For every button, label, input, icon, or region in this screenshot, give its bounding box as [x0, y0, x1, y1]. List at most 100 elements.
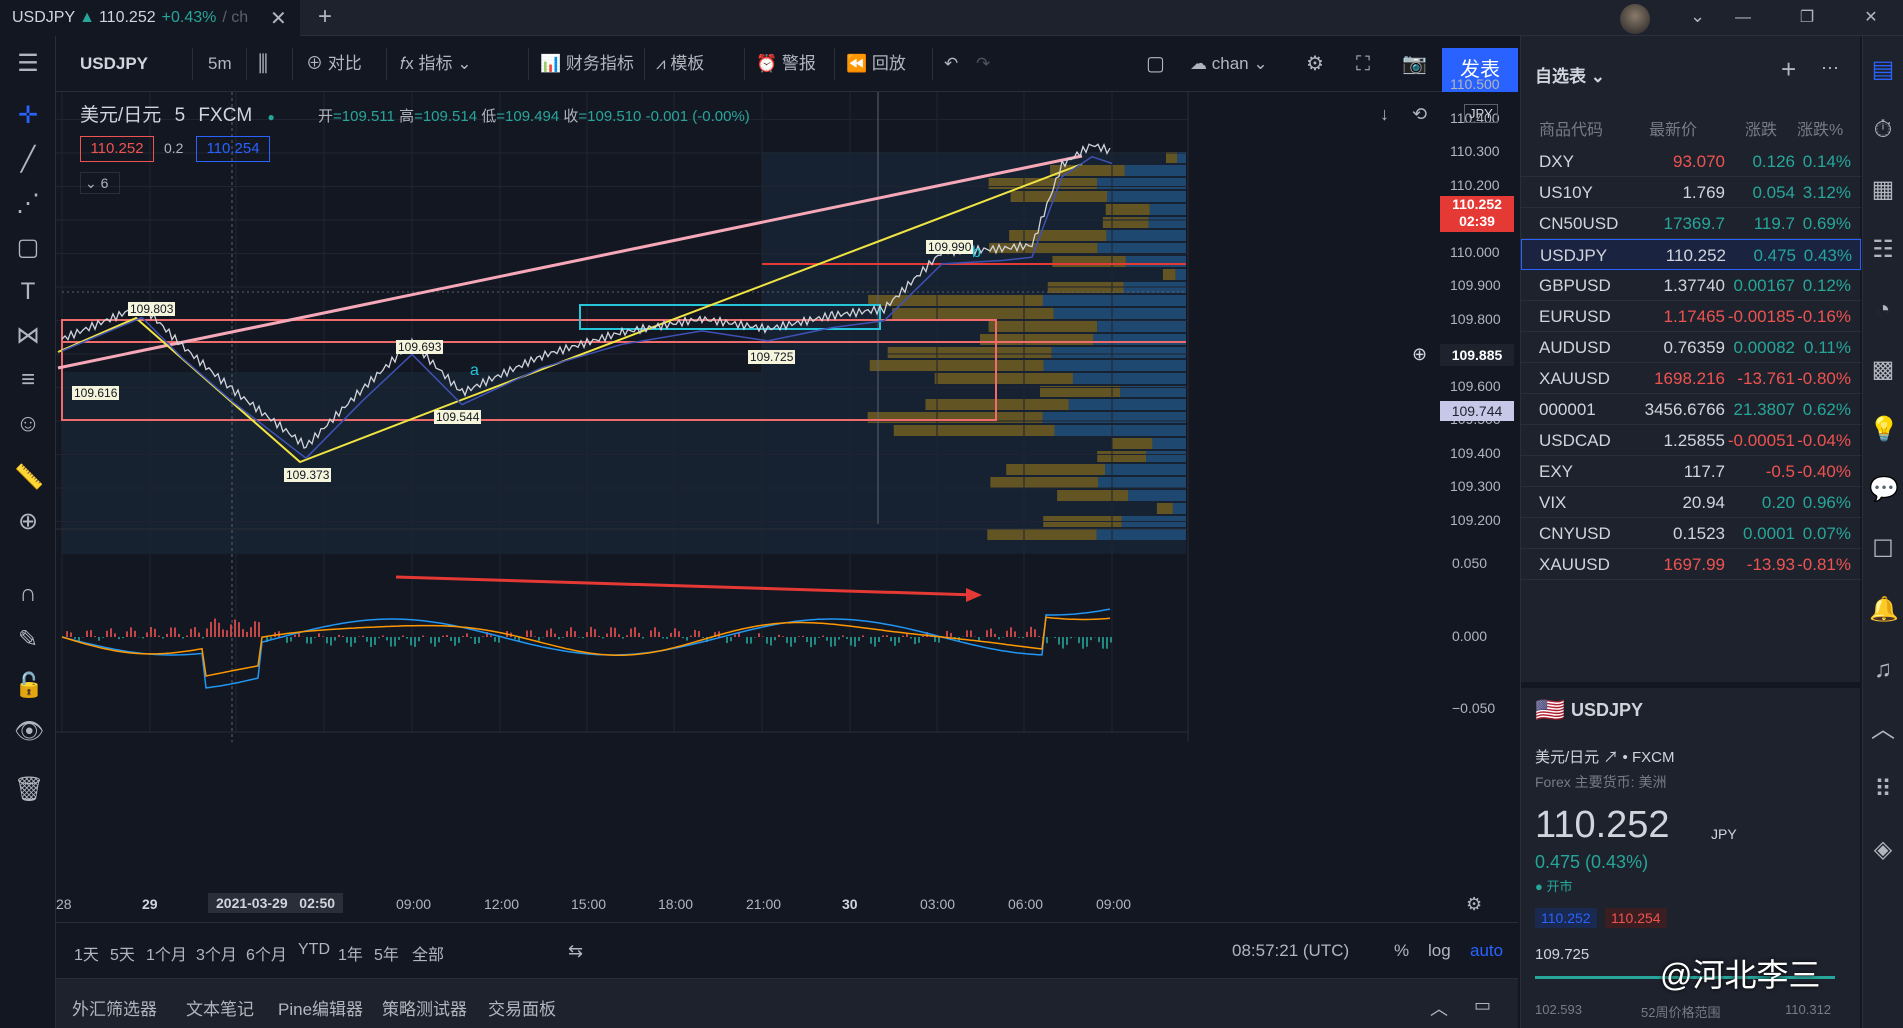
- magnet-icon[interactable]: ∩: [14, 580, 42, 608]
- stay-drawing-icon[interactable]: ✎: [14, 626, 42, 654]
- price-annotation[interactable]: 109.544: [434, 410, 482, 424]
- price-annotation[interactable]: a: [470, 362, 479, 380]
- indicators-button[interactable]: 𝑓x 指标 ⌄: [400, 36, 471, 92]
- range-button[interactable]: 5天: [110, 941, 135, 965]
- avatar[interactable]: [1620, 4, 1650, 34]
- watchlist-title[interactable]: 自选表 ⌄: [1535, 62, 1605, 87]
- new-tab-icon[interactable]: +: [318, 3, 332, 31]
- prediction-icon[interactable]: ≡: [14, 366, 42, 394]
- camera-icon[interactable]: 📷: [1402, 36, 1427, 92]
- price-annotation[interactable]: 109.803: [128, 302, 176, 316]
- layout-name-button[interactable]: ☁ chan ⌄: [1190, 36, 1268, 92]
- trash-icon[interactable]: 🗑: [14, 776, 44, 804]
- pattern-icon[interactable]: ⋈: [14, 322, 42, 350]
- panel-tab[interactable]: 策略测试器: [382, 995, 467, 1020]
- range-button[interactable]: 3个月: [196, 941, 237, 965]
- details-bid[interactable]: 110.252: [1535, 908, 1597, 928]
- close-tab-icon[interactable]: ✕: [270, 6, 287, 31]
- emoji-icon[interactable]: ☺: [14, 410, 42, 438]
- undo-icon[interactable]: ↶: [944, 36, 958, 92]
- panel-tab[interactable]: 外汇筛选器: [72, 995, 157, 1020]
- minimize-button[interactable]: —: [1711, 0, 1775, 36]
- layout-icon[interactable]: ▢: [1146, 36, 1165, 92]
- watchlist-row[interactable]: CN50USD 17369.7 119.7 0.69%: [1521, 208, 1861, 239]
- utc-clock[interactable]: 08:57:21 (UTC): [1232, 941, 1349, 961]
- log-toggle[interactable]: log: [1428, 941, 1451, 961]
- financials-button[interactable]: 📊 财务指标: [540, 36, 634, 92]
- calendar-icon[interactable]: ◔: [1869, 296, 1897, 324]
- indicators-collapse-toggle[interactable]: ⌄ 6: [80, 172, 120, 194]
- axis-settings-icon[interactable]: ⚙: [1466, 894, 1482, 915]
- goto-date-icon[interactable]: ⇆: [568, 941, 583, 962]
- eye-icon[interactable]: 👁: [14, 718, 44, 746]
- price-annotation[interactable]: b: [972, 244, 981, 262]
- ideas-icon[interactable]: 💡: [1869, 416, 1899, 444]
- maximize-panel-icon[interactable]: ▭: [1474, 995, 1491, 1016]
- details-ask[interactable]: 110.254: [1605, 908, 1667, 928]
- watchlist-row[interactable]: AUDUSD 0.76359 0.00082 0.11%: [1521, 332, 1861, 363]
- buy-price[interactable]: 110.254: [196, 136, 270, 162]
- range-button[interactable]: 5年: [374, 941, 399, 965]
- data-window-icon[interactable]: ▦: [1869, 176, 1897, 204]
- crosshair-icon[interactable]: ✛: [14, 102, 42, 130]
- watchlist-row[interactable]: XAUUSD 1698.216 -13.761 -0.80%: [1521, 363, 1861, 394]
- watchlist-row[interactable]: DXY 93.070 0.126 0.14%: [1521, 146, 1861, 177]
- add-symbol-icon[interactable]: +: [1781, 54, 1796, 85]
- interval-button[interactable]: 5m: [208, 36, 232, 92]
- watchlist-row[interactable]: USDCAD 1.25855 -0.00051 -0.04%: [1521, 425, 1861, 456]
- fullscreen-icon[interactable]: ⛶: [1356, 36, 1370, 92]
- auto-toggle[interactable]: auto: [1470, 941, 1503, 961]
- watchlist-row[interactable]: 000001 3456.6766 21.3807 0.62%: [1521, 394, 1861, 425]
- range-button[interactable]: 1天: [74, 941, 99, 965]
- zoom-icon[interactable]: ⊕: [14, 508, 42, 536]
- panel-tab[interactable]: 交易面板: [488, 995, 556, 1020]
- text-icon[interactable]: T: [14, 278, 42, 306]
- range-button[interactable]: 全部: [412, 941, 444, 965]
- fib-icon[interactable]: ⋰: [14, 190, 42, 218]
- sell-price[interactable]: 110.252: [80, 136, 154, 162]
- range-button[interactable]: 6个月: [246, 941, 287, 965]
- price-annotation[interactable]: 109.373: [284, 468, 332, 482]
- chart-tab[interactable]: USDJPY ▲ 110.252 +0.43% / ch: [0, 0, 300, 36]
- redo-icon[interactable]: ↷: [976, 36, 990, 92]
- range-button[interactable]: YTD: [298, 941, 330, 959]
- details-symbol[interactable]: USDJPY: [1571, 700, 1643, 721]
- watchlist-row[interactable]: XAUUSD 1697.99 -13.93 -0.81%: [1521, 549, 1861, 580]
- price-annotation[interactable]: 109.990: [926, 240, 974, 254]
- trend-line-icon[interactable]: ╱: [14, 146, 42, 174]
- alerts-clock-icon[interactable]: ⏱: [1869, 116, 1897, 144]
- chat-icon[interactable]: 💬: [1869, 476, 1899, 504]
- watchlist-icon[interactable]: ▤: [1869, 56, 1897, 84]
- menu-icon[interactable]: ☰: [14, 50, 42, 78]
- chevron-up-icon[interactable]: ︿: [1869, 716, 1897, 744]
- price-chart[interactable]: [56, 92, 1518, 922]
- grid-icon[interactable]: ▩: [1869, 356, 1897, 384]
- watchlist-row[interactable]: GBPUSD 1.37740 0.00167 0.12%: [1521, 270, 1861, 301]
- alert-button[interactable]: ⏰ 警报: [756, 36, 816, 92]
- watchlist-row[interactable]: EURUSD 1.17465 -0.00185 -0.16%: [1521, 301, 1861, 332]
- ruler-icon[interactable]: 📏: [14, 464, 44, 492]
- watchlist-row[interactable]: VIX 20.94 0.20 0.96%: [1521, 487, 1861, 518]
- currency-label[interactable]: JPY: [1464, 104, 1498, 123]
- dots-icon[interactable]: ⠿: [1869, 776, 1897, 804]
- watchlist-row[interactable]: CNYUSD 0.1523 0.0001 0.07%: [1521, 518, 1861, 549]
- notifications-icon[interactable]: 🔔: [1869, 596, 1899, 624]
- layers-icon[interactable]: ◈: [1869, 836, 1897, 864]
- rectangle-icon[interactable]: ▢: [14, 234, 42, 262]
- hotlist-icon[interactable]: ☷: [1869, 236, 1897, 264]
- compare-button[interactable]: ⊕ 对比: [306, 36, 362, 92]
- price-annotation[interactable]: 109.616: [72, 386, 120, 400]
- more-options-icon[interactable]: ⋯: [1821, 58, 1839, 79]
- percent-toggle[interactable]: %: [1394, 941, 1409, 961]
- bell-icon[interactable]: ♫: [1869, 656, 1897, 684]
- streams-icon[interactable]: ☐: [1869, 536, 1897, 564]
- watchlist-row[interactable]: US10Y 1.769 0.054 3.12%: [1521, 177, 1861, 208]
- range-button[interactable]: 1年: [338, 941, 363, 965]
- panel-tab[interactable]: Pine编辑器: [278, 995, 363, 1020]
- candle-style-icon[interactable]: ⫼: [258, 36, 268, 92]
- account-dropdown-icon[interactable]: ⌄: [1690, 6, 1705, 27]
- price-annotation[interactable]: 109.725: [748, 350, 796, 364]
- settings-icon[interactable]: ⚙: [1306, 36, 1324, 92]
- watchlist-row[interactable]: EXY 117.7 -0.5 -0.40%: [1521, 456, 1861, 487]
- close-window-button[interactable]: ✕: [1839, 0, 1903, 36]
